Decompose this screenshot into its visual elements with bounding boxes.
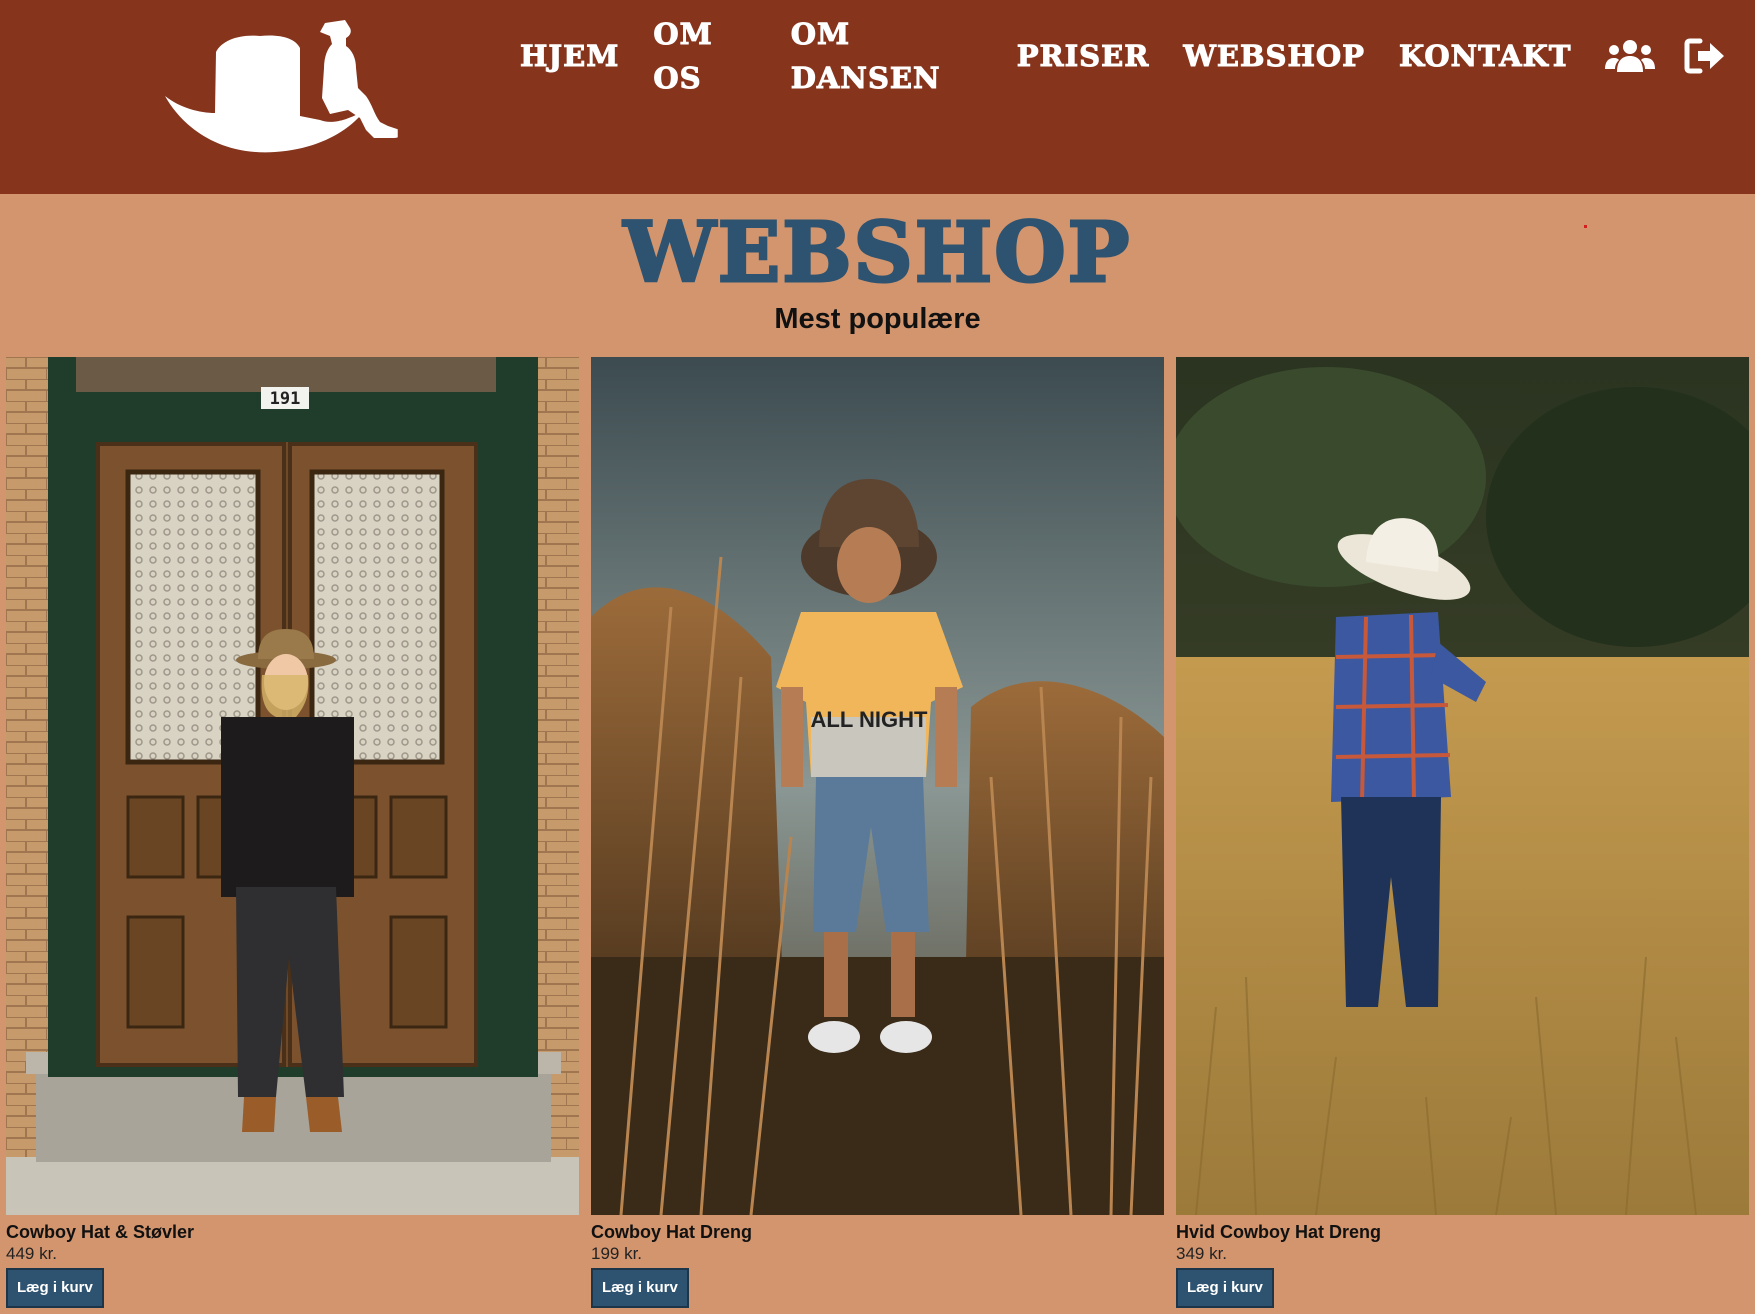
- add-to-cart-button[interactable]: Læg i kurv: [1176, 1268, 1274, 1308]
- product-name[interactable]: Cowboy Hat & Støvler: [6, 1222, 579, 1243]
- product-price: 449 kr.: [6, 1244, 58, 1263]
- nav-item-kontakt[interactable]: KONTAKT: [1398, 34, 1571, 78]
- site-header: HAPPY FEET HJEM OM OS OM DANSEN PRISER W…: [0, 0, 1755, 194]
- main-nav: HJEM OM OS OM DANSEN PRISER WEBSHOP KONT…: [519, 17, 1755, 96]
- product-name[interactable]: Hvid Cowboy Hat Dreng: [1176, 1222, 1749, 1243]
- logo-line-1: HAPPY: [388, 96, 466, 118]
- product-image[interactable]: 191: [6, 357, 579, 1215]
- nav-item-webshop[interactable]: WEBSHOP: [1183, 34, 1365, 78]
- product-image[interactable]: [1176, 357, 1749, 1215]
- product-price: 199 kr.: [591, 1244, 643, 1263]
- nav-item-om-dansen[interactable]: OM DANSEN: [790, 12, 983, 100]
- nav-item-priser[interactable]: PRISER: [1016, 34, 1150, 78]
- logo-line-2: FEET: [396, 123, 452, 145]
- product-card: ALL NIGHT Cowboy Hat Dreng 199 kr. Læg i…: [591, 357, 1164, 1308]
- happy-feet-logo[interactable]: HAPPY FEET: [160, 18, 464, 158]
- logo-text: HAPPY FEET: [388, 94, 466, 148]
- add-to-cart-button[interactable]: Læg i kurv: [6, 1268, 104, 1308]
- product-card: 191 Cowboy Hat & Støvler 449 kr. Læg i k…: [6, 357, 579, 1308]
- svg-text:191: 191: [270, 389, 301, 409]
- add-to-cart-button[interactable]: Læg i kurv: [591, 1268, 689, 1308]
- page-subtitle: Mest populære: [774, 303, 981, 335]
- stray-dot: [1584, 225, 1587, 228]
- product-card: Hvid Cowboy Hat Dreng 349 kr. Læg i kurv: [1176, 357, 1749, 1308]
- page-title: WEBSHOP: [622, 205, 1132, 301]
- product-price: 349 kr.: [1176, 1244, 1228, 1263]
- nav-item-om-os[interactable]: OM OS: [653, 12, 756, 100]
- svg-text:ALL NIGHT: ALL NIGHT: [811, 707, 928, 732]
- sign-out-icon[interactable]: [1683, 34, 1727, 78]
- product-image[interactable]: ALL NIGHT: [591, 357, 1164, 1215]
- nav-item-hjem[interactable]: HJEM: [519, 34, 619, 78]
- users-icon[interactable]: [1605, 34, 1656, 78]
- cowboy-hat-logo-icon: [165, 20, 402, 153]
- product-name[interactable]: Cowboy Hat Dreng: [591, 1222, 1164, 1243]
